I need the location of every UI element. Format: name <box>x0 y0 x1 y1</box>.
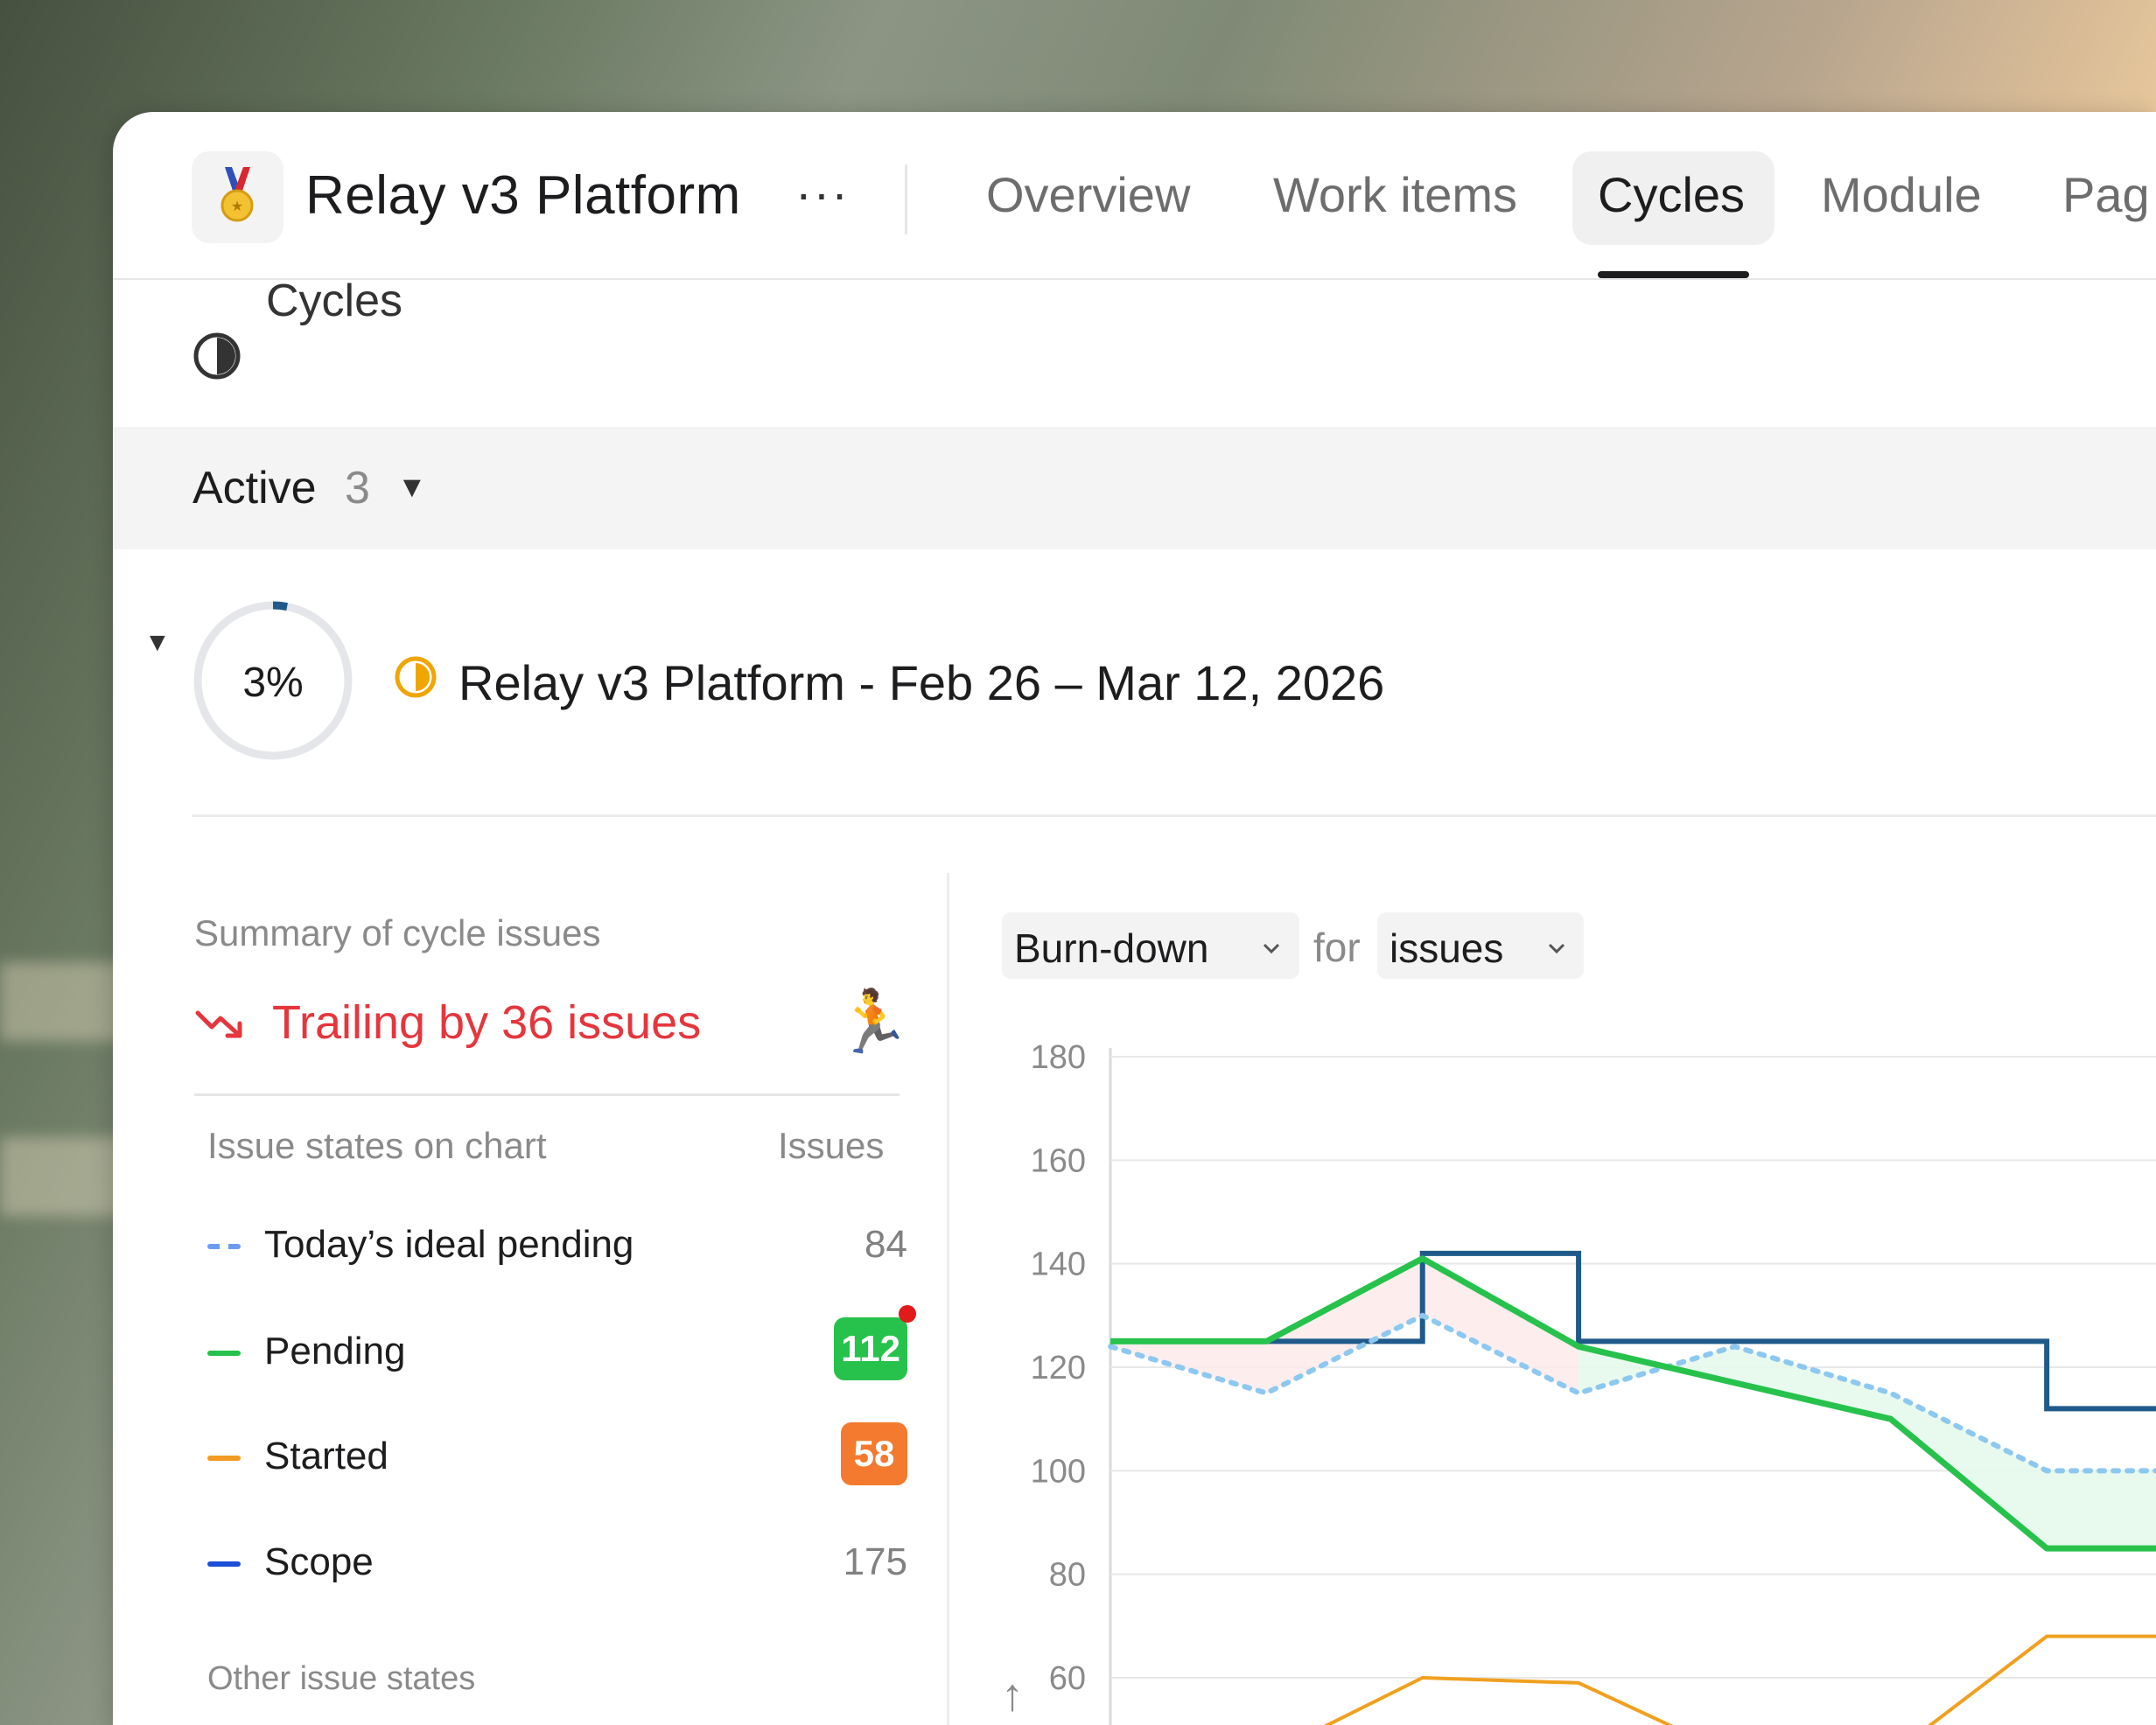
project-title[interactable]: Relay v3 Platform <box>305 164 741 227</box>
ahead-area <box>1578 1346 2156 1549</box>
other-states-label: Other issue states <box>207 1660 476 1697</box>
trending-down-icon <box>195 1010 242 1038</box>
metric-dropdown[interactable]: issues <box>1377 912 1584 979</box>
panel-vertical-divider <box>947 873 949 1725</box>
state-row-pending[interactable]: Pending 112 <box>207 1305 916 1382</box>
y-tick-label: 160 <box>1032 1142 1086 1179</box>
state-count: 84 <box>864 1223 907 1266</box>
tab-pages[interactable]: Pag <box>2062 166 2150 223</box>
state-count: 175 <box>843 1540 907 1583</box>
section-title: Cycles <box>266 276 403 326</box>
behind-area <box>1110 1258 1579 1393</box>
y-tick-label: 180 <box>1032 1039 1086 1076</box>
state-name: Started <box>264 1435 388 1477</box>
progress-percent: 3% <box>242 660 304 706</box>
dashed-line-icon <box>207 1244 241 1249</box>
chart-type-dropdown[interactable]: Burn-down <box>1002 912 1299 979</box>
row-divider <box>192 814 2156 817</box>
states-column-header: Issue states on chart <box>207 1125 547 1166</box>
tab-overview[interactable]: Overview <box>986 166 1190 223</box>
top-header: ★ Relay v3 Platform ··· Overview Work it… <box>113 112 2156 280</box>
active-cycles-group[interactable]: Active 3 ▼ <box>113 427 2156 549</box>
tab-cycles[interactable]: Cycles <box>1598 166 1745 223</box>
metric-value: issues <box>1390 925 1504 971</box>
chevron-down-icon <box>1548 943 1565 954</box>
y-tick-label: 140 <box>1032 1247 1086 1283</box>
group-label: Active <box>192 463 317 513</box>
trailing-status: Trailing by 36 issues <box>272 996 702 1049</box>
caret-down-icon[interactable]: ▼ <box>397 471 427 505</box>
chart-type-value: Burn-down <box>1014 925 1209 971</box>
tab-module[interactable]: Module <box>1821 166 1982 223</box>
state-row-ideal[interactable]: Today’s ideal pending 84 <box>207 1223 907 1275</box>
state-count-badge: 112 <box>834 1317 907 1380</box>
header-divider <box>905 164 907 234</box>
line-legend-icon <box>207 1456 241 1461</box>
medal-icon[interactable]: ★ <box>192 151 284 243</box>
state-row-scope[interactable]: Scope 175 <box>207 1540 907 1593</box>
group-count: 3 <box>345 463 370 513</box>
burndown-chart: 180 160 140 120 100 80 60 <box>1032 1039 2156 1725</box>
series-line-started <box>1323 1634 2156 1725</box>
state-row-started[interactable]: Started 58 <box>207 1422 907 1487</box>
panel-divider <box>194 1093 900 1096</box>
state-name: Pending <box>264 1330 406 1372</box>
runner-icon: 🏃 <box>835 988 912 1056</box>
summary-label: Summary of cycle issues <box>194 912 601 953</box>
cycle-status-icon <box>395 656 437 698</box>
app-window: ★ Relay v3 Platform ··· Overview Work it… <box>113 112 2156 1725</box>
for-label: for <box>1313 925 1361 970</box>
chevron-down-icon <box>1263 943 1280 954</box>
y-tick-label: 120 <box>1032 1350 1086 1386</box>
line-legend-icon <box>207 1351 241 1356</box>
y-tick-label: 60 <box>1049 1660 1086 1697</box>
notification-dot <box>899 1305 916 1323</box>
y-tick-label: 80 <box>1049 1557 1086 1594</box>
state-count-badge: 58 <box>841 1422 907 1485</box>
issues-column-header: Issues <box>778 1125 885 1166</box>
arrow-up-icon: ↑ <box>1001 1670 1024 1721</box>
line-legend-icon <box>207 1561 241 1567</box>
state-name: Today’s ideal pending <box>264 1223 634 1266</box>
state-name: Scope <box>264 1540 374 1583</box>
collapse-caret-icon[interactable]: ▼ <box>144 628 171 658</box>
more-options-button[interactable]: ··· <box>795 164 850 221</box>
cycle-title[interactable]: Relay v3 Platform - Feb 26 – Mar 12, 202… <box>458 654 1384 711</box>
y-tick-label: 100 <box>1032 1453 1086 1490</box>
tab-work-items[interactable]: Work items <box>1273 166 1517 223</box>
svg-text:★: ★ <box>231 198 243 214</box>
half-circle-icon <box>193 332 241 380</box>
active-tab-indicator <box>1598 271 1749 278</box>
